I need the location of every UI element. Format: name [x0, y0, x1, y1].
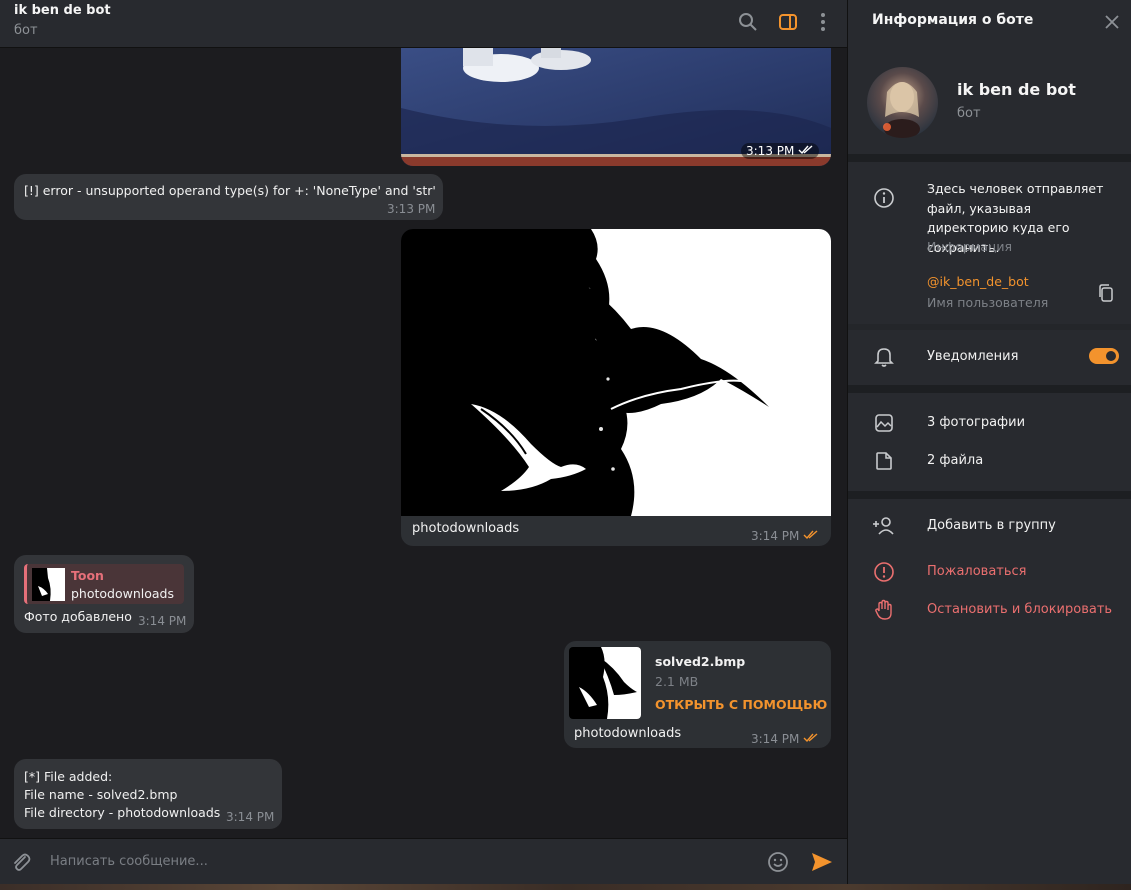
- message-time: 3:14 PM: [138, 614, 187, 628]
- file-caption: photodownloads: [574, 726, 682, 741]
- incoming-reply-message[interactable]: Toon photodownloads Фото добавлено 3:14 …: [14, 555, 194, 633]
- message-text: [!] error - unsupported operand type(s) …: [24, 183, 436, 198]
- double-check-icon: [803, 530, 818, 540]
- message-text: [*] File added: File name - solved2.bmp …: [24, 768, 220, 822]
- close-icon[interactable]: [1104, 14, 1120, 34]
- panel-title: Информация о боте: [872, 12, 1034, 28]
- bot-info-panel: Информация о боте ik ben de bot бот Здес…: [847, 0, 1131, 884]
- chat-subtitle: бот: [14, 23, 38, 38]
- message-time: 3:14 PM: [751, 732, 819, 746]
- divider: [848, 154, 1131, 162]
- message-line: File directory - photodownloads: [24, 805, 221, 820]
- message-time: 3:13 PM: [387, 202, 436, 216]
- file-name[interactable]: solved2.bmp: [655, 654, 745, 669]
- image-caption: photodownloads: [412, 521, 520, 536]
- emoji-icon[interactable]: [767, 851, 789, 877]
- file-thumbnail[interactable]: [569, 647, 641, 719]
- sidebar-toggle-icon[interactable]: [777, 11, 799, 33]
- file-size: 2.1 MB: [655, 674, 699, 689]
- double-check-icon: [803, 733, 818, 743]
- block-button[interactable]: Остановить и блокировать: [927, 602, 1112, 617]
- message-input[interactable]: Написать сообщение...: [50, 854, 208, 869]
- message-line: File name - solved2.bmp: [24, 787, 178, 802]
- report-icon: [872, 560, 896, 584]
- message-time: 3:14 PM: [751, 529, 819, 543]
- bot-name: ik ben de bot: [957, 80, 1076, 99]
- more-menu-icon[interactable]: [812, 11, 834, 33]
- message-time: 3:14 PM: [226, 810, 275, 824]
- bot-subtitle: бот: [957, 106, 981, 121]
- message-composer[interactable]: Написать сообщение...: [0, 838, 847, 884]
- attach-icon[interactable]: [10, 851, 32, 877]
- notifications-label: Уведомления: [927, 349, 1019, 364]
- report-button[interactable]: Пожаловаться: [927, 564, 1027, 579]
- divider: [848, 324, 1131, 330]
- chat-title[interactable]: ik ben de bot: [14, 3, 111, 18]
- photos-icon: [872, 411, 896, 435]
- chat-header[interactable]: ik ben de bot бот: [0, 0, 847, 48]
- incoming-message[interactable]: [*] File added: File name - solved2.bmp …: [14, 759, 282, 829]
- block-hand-icon: [872, 598, 896, 622]
- message-time: 3:13 PM: [741, 143, 820, 159]
- divider: [848, 491, 1131, 499]
- search-icon[interactable]: [737, 11, 759, 33]
- reply-author: Toon: [71, 568, 104, 583]
- image-message[interactable]: photodownloads 3:14 PM: [401, 229, 831, 546]
- message-list[interactable]: 3:13 PM [!] error - unsupported operand …: [0, 48, 847, 838]
- add-user-icon: [872, 514, 896, 538]
- info-label: Информация: [927, 239, 1013, 254]
- username-label: Имя пользователя: [927, 295, 1049, 310]
- chat-area: ik ben de bot бот 3:13 PM [!] error - un…: [0, 0, 847, 884]
- shared-files[interactable]: 2 файла: [927, 453, 983, 468]
- send-icon[interactable]: [810, 851, 834, 877]
- desktop-background-strip: [0, 884, 1131, 890]
- message-line: [*] File added:: [24, 769, 113, 784]
- avatar[interactable]: [867, 67, 938, 138]
- double-check-icon: [798, 145, 813, 155]
- shared-photos[interactable]: 3 фотографии: [927, 415, 1025, 430]
- image-message[interactable]: 3:13 PM: [401, 48, 831, 166]
- divider: [848, 385, 1131, 393]
- info-icon: [872, 186, 896, 210]
- file-message[interactable]: solved2.bmp 2.1 MB ОТКРЫТЬ С ПОМОЩЬЮ pho…: [564, 641, 831, 748]
- reply-text: photodownloads: [71, 586, 175, 601]
- photo-seagulls: [401, 229, 831, 516]
- incoming-message[interactable]: [!] error - unsupported operand type(s) …: [14, 174, 443, 220]
- bell-icon: [872, 345, 896, 369]
- reply-preview[interactable]: Toon photodownloads: [24, 564, 184, 604]
- username-link[interactable]: @ik_ben_de_bot: [927, 274, 1029, 289]
- notifications-toggle[interactable]: [1089, 348, 1119, 364]
- open-with-button[interactable]: ОТКРЫТЬ С ПОМОЩЬЮ: [655, 697, 827, 712]
- files-icon: [872, 449, 896, 473]
- reply-thumbnail: [32, 568, 65, 601]
- message-text: Фото добавлено: [24, 609, 132, 624]
- copy-icon[interactable]: [1098, 284, 1114, 306]
- add-to-group-button[interactable]: Добавить в группу: [927, 518, 1056, 533]
